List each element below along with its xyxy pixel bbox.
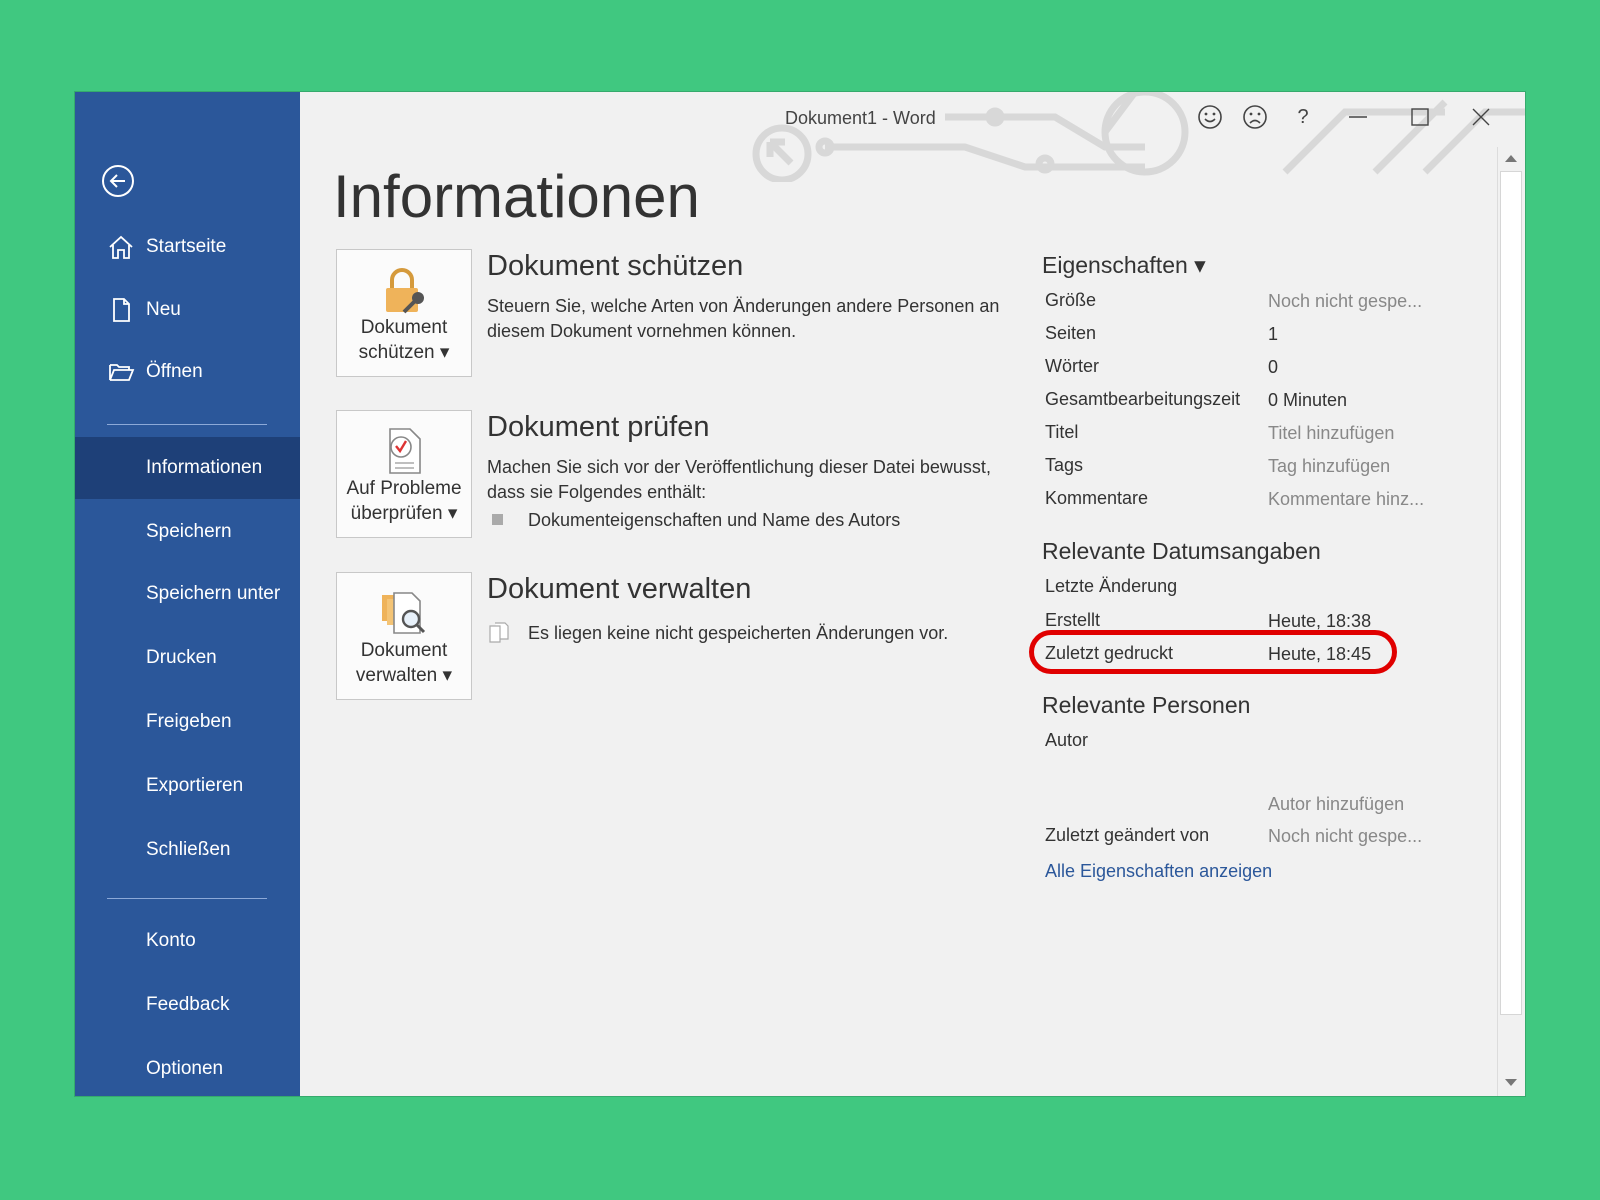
protect-document-button[interactable]: Dokument schützen ▾ (336, 249, 472, 377)
comments-input[interactable]: Kommentare hinz... (1268, 489, 1424, 510)
sidebar-item-label: Neu (146, 299, 181, 320)
manage-document-title: Dokument verwalten (487, 573, 752, 605)
inspect-document-description: Machen Sie sich vor der Veröffentlichung… (487, 457, 991, 502)
minimize-button[interactable] (1343, 102, 1373, 132)
check-issues-button[interactable]: Auf Probleme überprüfen ▾ (336, 410, 472, 538)
inspect-document-title: Dokument prüfen (487, 411, 710, 443)
sidebar-item-startseite[interactable]: Startseite (75, 216, 300, 278)
sidebar-item-label: Startseite (146, 236, 227, 257)
sidebar-item-drucken[interactable]: Drucken (75, 627, 300, 689)
sidebar-item-oeffnen[interactable]: Öffnen (75, 341, 300, 403)
maximize-button[interactable] (1405, 102, 1435, 132)
bullet-marker (492, 514, 503, 525)
sidebar-item-speichern[interactable]: Speichern (75, 501, 300, 563)
property-label: Wörter (1045, 356, 1099, 376)
protect-document-description: Steuern Sie, welche Arten von Änderungen… (487, 296, 1000, 341)
backstage-sidebar: Startseite Neu Öffnen Informationen Spei… (75, 92, 300, 1096)
title-input[interactable]: Titel hinzufügen (1268, 423, 1394, 444)
minimize-icon (1349, 116, 1367, 118)
check-issues-label: Auf Probleme überprüfen ▾ (346, 478, 462, 524)
dates-header: Relevante Datumsangaben (1042, 538, 1321, 564)
property-value: 0 Minuten (1268, 390, 1348, 410)
sidebar-item-label: Optionen (146, 1058, 224, 1079)
sidebar-item-label: Speichern unter (146, 583, 281, 604)
close-icon (1472, 108, 1490, 126)
sidebar-item-freigeben[interactable]: Freigeben (75, 691, 300, 753)
smiley-happy-icon[interactable] (1195, 102, 1225, 132)
date-label: Letzte Änderung (1045, 576, 1178, 596)
author-label: Autor (1045, 730, 1089, 750)
manage-document-button[interactable]: Dokument verwalten ▾ (336, 572, 472, 700)
sidebar-item-label: Schließen (146, 839, 231, 860)
protect-document-title: Dokument schützen (487, 250, 744, 282)
sidebar-item-konto[interactable]: Konto (75, 910, 300, 972)
property-label: Titel (1045, 422, 1079, 442)
property-label: Kommentare (1045, 488, 1149, 508)
last-modified-by-label: Zuletzt geändert von (1045, 825, 1210, 845)
sidebar-item-label: Informationen (146, 457, 263, 478)
manage-document-label: Dokument verwalten ▾ (355, 640, 453, 686)
sidebar-divider (107, 898, 267, 899)
date-label: Erstellt (1045, 610, 1101, 630)
show-all-properties-link[interactable]: Alle Eigenschaften anzeigen (1045, 861, 1272, 882)
sidebar-item-speichern-unter[interactable]: Speichern unter (75, 563, 300, 625)
sidebar-divider (107, 424, 267, 425)
tags-input[interactable]: Tag hinzufügen (1268, 456, 1390, 477)
property-value: 0 (1268, 357, 1279, 377)
property-label: Seiten (1045, 323, 1097, 343)
scroll-up-icon[interactable] (1504, 153, 1518, 163)
documents-icon (489, 622, 509, 643)
home-icon (109, 235, 133, 259)
sidebar-item-informationen[interactable]: Informationen (75, 437, 300, 499)
sidebar-item-label: Konto (146, 930, 196, 951)
sidebar-item-schliessen[interactable]: Schließen (75, 819, 300, 881)
inspect-document-bullet: Dokumenteigenschaften und Name des Autor… (528, 510, 901, 530)
date-value: Heute, 18:38 (1268, 611, 1372, 631)
manage-document-description: Es liegen keine nicht gespeicherten Ände… (528, 623, 949, 643)
scroll-down-icon[interactable] (1504, 1078, 1518, 1088)
word-window: Startseite Neu Öffnen Informationen Spei… (75, 92, 1525, 1096)
last-modified-by-value: Noch nicht gespe... (1268, 826, 1423, 846)
sidebar-item-label: Exportieren (146, 775, 244, 796)
window-title: Dokument1 - Word (785, 108, 936, 128)
sidebar-item-label: Öffnen (146, 361, 203, 382)
property-value: Noch nicht gespe... (1268, 291, 1423, 311)
maximize-icon (1411, 108, 1429, 126)
property-label: Gesamtbearbeitungszeit (1045, 389, 1241, 409)
highlight-ring (1029, 630, 1397, 674)
smiley-sad-icon[interactable] (1240, 102, 1270, 132)
sidebar-item-neu[interactable]: Neu (75, 279, 300, 341)
page-title: Informationen (333, 163, 700, 230)
scrollbar-thumb[interactable] (1500, 171, 1522, 1015)
close-button[interactable] (1466, 102, 1496, 132)
vertical-scrollbar[interactable] (1497, 147, 1524, 1096)
property-label: Größe (1045, 290, 1097, 310)
new-document-icon (113, 298, 130, 322)
protect-document-label: Dokument schützen ▾ (358, 317, 450, 363)
properties-dropdown[interactable]: Eigenschaften ▾ (1042, 252, 1206, 279)
back-arrow-button[interactable] (102, 165, 134, 197)
people-header: Relevante Personen (1042, 692, 1251, 718)
lock-key-icon (386, 268, 424, 314)
document-check-icon (389, 428, 421, 474)
sidebar-item-label: Drucken (146, 647, 217, 668)
property-value: 1 (1268, 324, 1279, 344)
sidebar-item-feedback[interactable]: Feedback (75, 974, 300, 1036)
document-search-icon (382, 592, 426, 634)
back-arrow-icon (109, 174, 125, 188)
sidebar-item-exportieren[interactable]: Exportieren (75, 755, 300, 817)
sidebar-item-label: Freigeben (146, 711, 232, 732)
sidebar-item-label: Feedback (146, 994, 230, 1015)
sidebar-item-label: Speichern (146, 521, 232, 542)
folder-open-icon (109, 364, 135, 381)
sidebar-item-optionen[interactable]: Optionen (75, 1038, 300, 1096)
property-label: Tags (1045, 455, 1084, 475)
help-icon[interactable]: ? (1288, 102, 1318, 132)
add-author-input[interactable]: Autor hinzufügen (1268, 794, 1404, 815)
